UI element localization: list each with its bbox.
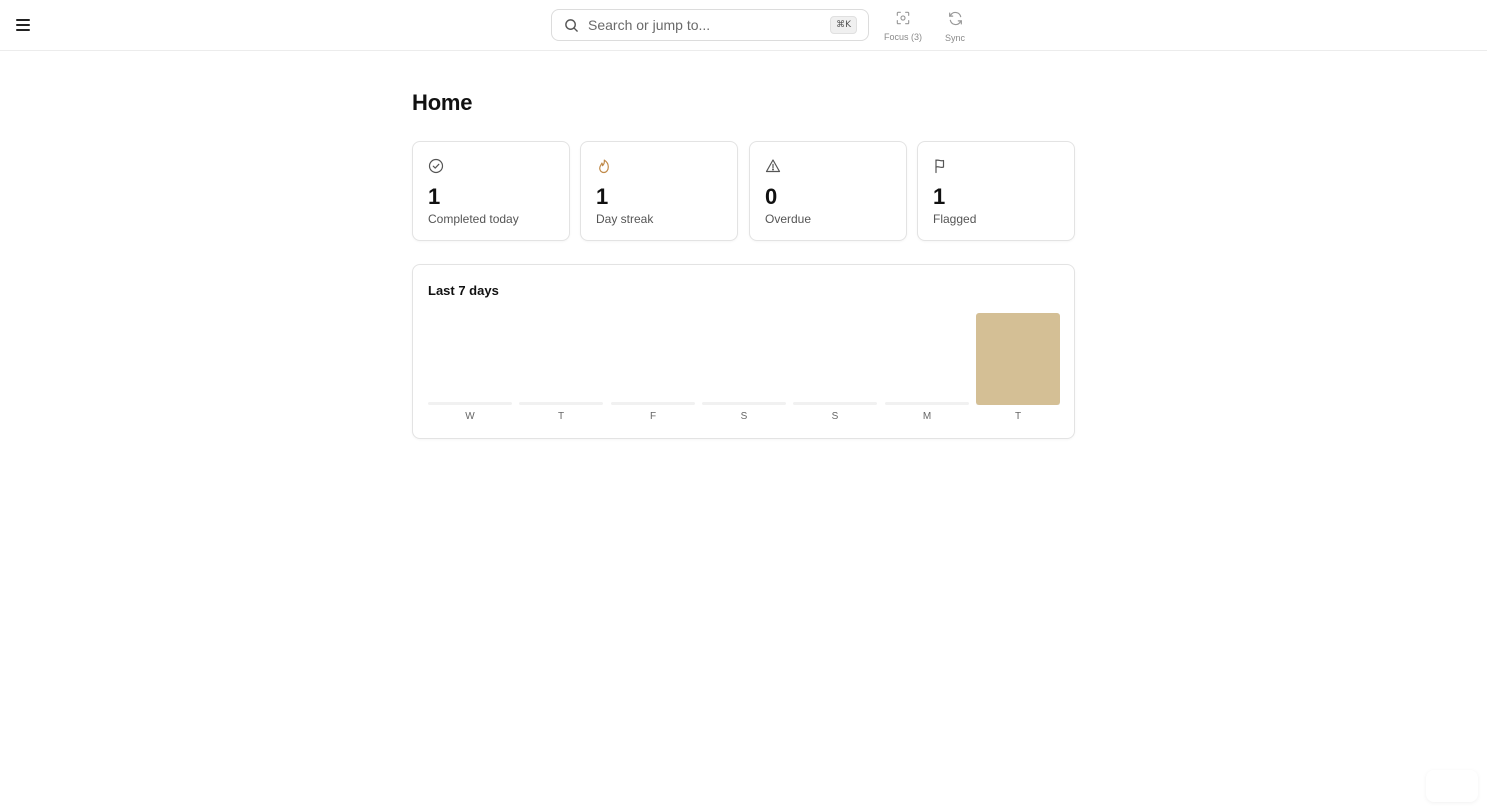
sync-icon (948, 11, 963, 31)
search-icon (564, 17, 580, 33)
bar-baseline (793, 402, 877, 405)
search-input[interactable] (588, 17, 831, 33)
bar-baseline (611, 402, 695, 405)
bar-6[interactable] (976, 313, 1060, 405)
day-label: T (557, 411, 565, 422)
stat-caption: Day streak (596, 212, 654, 226)
bar-baseline (428, 402, 512, 405)
warning-icon (765, 158, 781, 174)
stat-card-overdue: 0 Overdue (749, 141, 907, 241)
stat-value: 1 (428, 184, 441, 209)
bar-baseline (702, 402, 786, 405)
stat-value: 1 (596, 184, 609, 209)
stat-caption: Flagged (933, 212, 977, 226)
page-title: Home (412, 90, 473, 115)
activity-chart-card: Last 7 days W T F S S M T (412, 264, 1075, 439)
top-bar: ⌘K Focus (3) Sync (0, 0, 1487, 51)
day-label: S (740, 411, 748, 422)
stat-card-completed: 1 Completed today (412, 141, 570, 241)
focus-icon (896, 11, 910, 30)
day-label: M (922, 411, 932, 422)
flag-icon (933, 158, 949, 174)
stat-value: 0 (765, 184, 778, 209)
stat-caption: Overdue (765, 212, 812, 226)
chart-title: Last 7 days (428, 283, 499, 298)
floating-widget[interactable] (1426, 770, 1478, 802)
menu-icon (16, 19, 30, 21)
menu-button[interactable] (13, 14, 33, 36)
day-label: F (649, 411, 657, 422)
focus-button[interactable]: Focus (3) (883, 11, 923, 42)
shortcut-hint: ⌘K (830, 16, 857, 34)
bar-baseline (519, 402, 603, 405)
bar-baseline (885, 402, 969, 405)
stat-value: 1 (933, 184, 946, 209)
stat-card-streak: 1 Day streak (580, 141, 738, 241)
sync-button[interactable]: Sync (940, 11, 970, 43)
day-label: S (831, 411, 839, 422)
bar-chart (428, 313, 1060, 405)
flame-icon (596, 158, 612, 174)
stat-caption: Completed today (428, 212, 519, 226)
day-label: W (465, 411, 475, 422)
check-circle-icon (428, 158, 444, 174)
search-bar[interactable]: ⌘K (551, 9, 869, 41)
focus-label: Focus (3) (883, 32, 922, 42)
stat-card-flagged: 1 Flagged (917, 141, 1075, 241)
sync-label: Sync (944, 33, 965, 43)
day-label: T (1014, 411, 1022, 422)
